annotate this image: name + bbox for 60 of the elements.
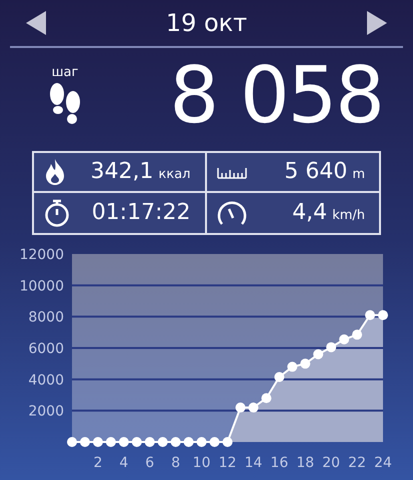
data-point: [118, 437, 129, 447]
step-count: 8 058: [169, 56, 383, 134]
data-point: [235, 402, 246, 413]
next-arrow-icon[interactable]: [366, 11, 387, 35]
y-axis-label: 4000: [28, 372, 64, 388]
stat-unit: km/h: [332, 209, 365, 222]
stat-unit: m: [352, 168, 365, 181]
stopwatch-icon: [44, 199, 70, 227]
x-axis-label: 16: [270, 455, 288, 471]
data-point: [352, 330, 362, 340]
x-axis-label: 8: [171, 455, 180, 471]
data-point: [339, 334, 350, 344]
y-axis-label: 6000: [28, 341, 64, 357]
stat-value: 342,1: [90, 161, 154, 183]
data-point: [248, 402, 258, 413]
data-point: [313, 349, 324, 360]
y-axis-label: 2000: [28, 404, 64, 420]
data-point: [92, 437, 103, 447]
x-axis-label: 10: [192, 455, 210, 471]
data-point: [158, 437, 168, 447]
stat-unit: ккал: [158, 168, 190, 181]
x-axis-label: 18: [296, 455, 314, 471]
y-axis-label: 8000: [28, 310, 64, 326]
speedometer-icon: [216, 200, 246, 226]
x-axis-label: 22: [348, 455, 366, 471]
x-axis-label: 2: [93, 455, 102, 471]
x-axis-label: 6: [145, 455, 154, 471]
y-axis-label: 10000: [19, 278, 64, 294]
y-axis-label: 12000: [19, 247, 64, 263]
data-point: [170, 437, 181, 447]
data-point: [274, 372, 284, 382]
x-axis-label: 12: [218, 455, 236, 471]
data-point: [222, 437, 232, 447]
data-point: [106, 437, 116, 447]
data-point: [378, 310, 388, 320]
steps-label: шаг: [52, 66, 78, 79]
data-point: [196, 437, 207, 447]
x-axis-label: 4: [119, 455, 128, 471]
data-point: [210, 437, 220, 447]
data-point: [326, 342, 336, 352]
data-point: [365, 310, 376, 320]
data-point: [67, 437, 77, 447]
data-point: [300, 358, 310, 369]
stat-value: 5 640: [284, 161, 348, 183]
data-point: [144, 437, 155, 447]
x-axis-label: 24: [374, 455, 392, 471]
stat-value: 01:17:22: [92, 202, 190, 224]
data-point: [132, 437, 142, 447]
footprints-icon: [48, 83, 82, 125]
x-axis-label: 20: [322, 455, 340, 471]
data-point: [80, 437, 90, 447]
data-point: [287, 362, 298, 372]
data-point: [261, 393, 272, 404]
date-title: 19 окт: [166, 11, 248, 35]
x-axis-label: 14: [244, 455, 262, 471]
previous-arrow-icon[interactable]: [26, 11, 46, 35]
stat-value: 4,4: [292, 202, 328, 224]
data-point: [184, 437, 194, 447]
flame-icon: [44, 159, 66, 185]
ruler-icon: [216, 165, 246, 179]
